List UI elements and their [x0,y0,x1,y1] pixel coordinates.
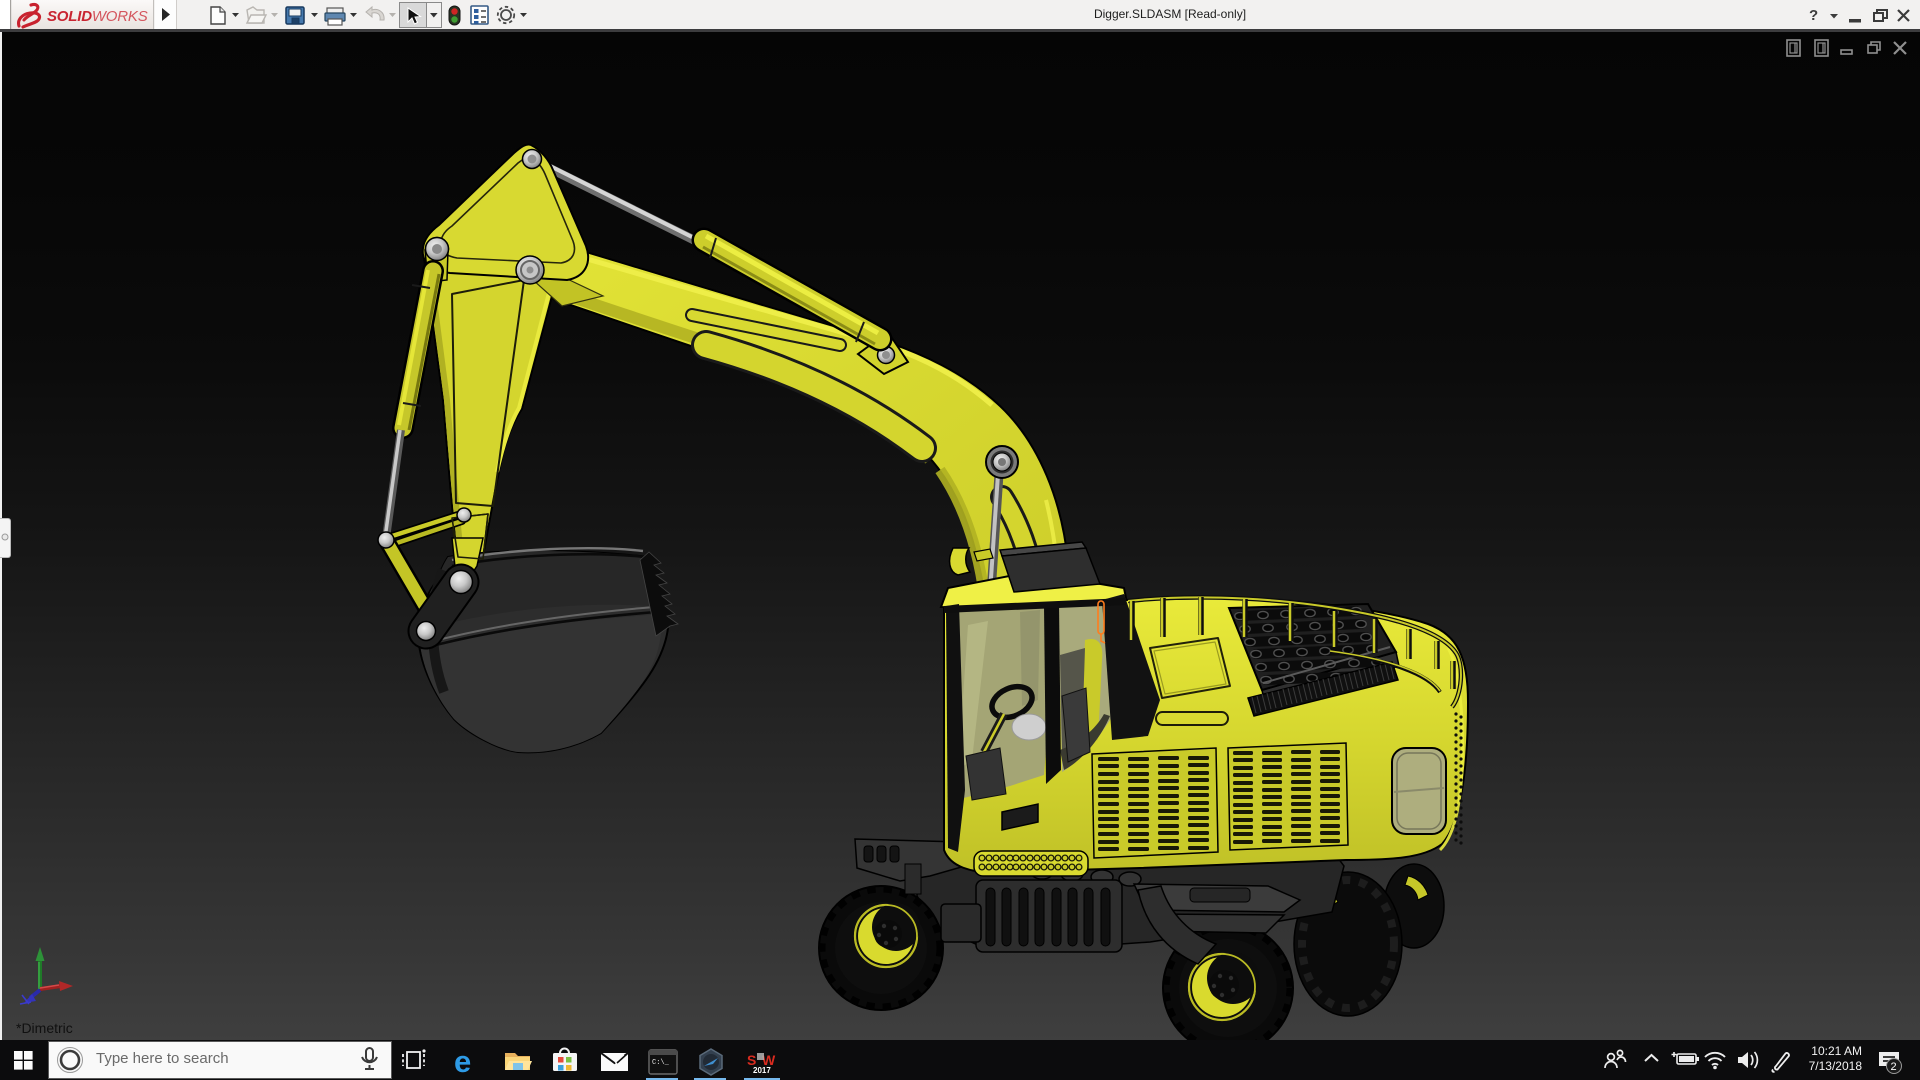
svg-text:C:\_: C:\_ [652,1059,670,1067]
svg-text:e: e [454,1044,471,1079]
svg-text:2017: 2017 [753,1066,771,1075]
svg-text:2: 2 [1891,1061,1897,1073]
svg-text:?: ? [1809,7,1818,24]
svg-text:SOLIDWORKS: SOLIDWORKS [47,8,148,25]
